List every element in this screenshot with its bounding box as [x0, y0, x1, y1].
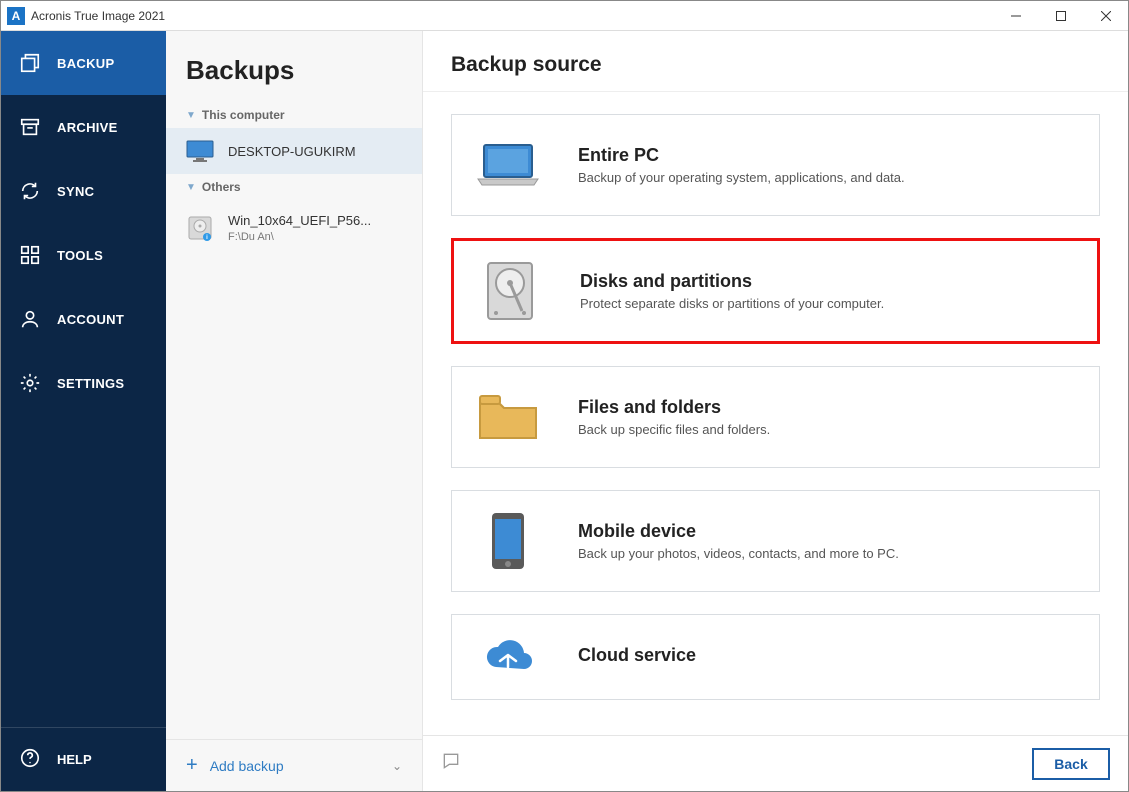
backups-panel: Backups ▼ This computer DESKTOP-UGUKIRM …: [166, 31, 423, 791]
nav-settings[interactable]: SETTINGS: [1, 351, 166, 415]
body: BACKUP ARCHIVE SYNC TOOLS ACCOUNT SETTIN…: [1, 31, 1128, 791]
backups-heading: Backups: [166, 31, 422, 102]
card-title: Mobile device: [578, 521, 899, 542]
nav-label: SETTINGS: [57, 376, 124, 391]
card-entire-pc[interactable]: Entire PC Backup of your operating syste…: [451, 114, 1100, 216]
main-content: Backup source Entire PC Backup of your o…: [423, 31, 1128, 791]
disk-icon: i: [186, 217, 214, 239]
backup-item-desktop[interactable]: DESKTOP-UGUKIRM: [166, 128, 422, 174]
nav-sync[interactable]: SYNC: [1, 159, 166, 223]
harddisk-icon: [478, 259, 542, 323]
card-desc: Backup of your operating system, applica…: [578, 170, 905, 185]
maximize-button[interactable]: [1038, 1, 1083, 31]
card-mobile-device[interactable]: Mobile device Back up your photos, video…: [451, 490, 1100, 592]
nav-backup[interactable]: BACKUP: [1, 31, 166, 95]
left-nav: BACKUP ARCHIVE SYNC TOOLS ACCOUNT SETTIN…: [1, 31, 166, 791]
nav-label: TOOLS: [57, 248, 103, 263]
help-icon: [19, 747, 41, 772]
mobile-icon: [476, 509, 540, 573]
card-title: Disks and partitions: [580, 271, 884, 292]
account-icon: [19, 308, 41, 330]
archive-icon: [19, 116, 41, 138]
app-icon: A: [7, 7, 25, 25]
backup-item-label: DESKTOP-UGUKIRM: [228, 144, 356, 159]
source-options: Entire PC Backup of your operating syste…: [423, 92, 1128, 735]
nav-archive[interactable]: ARCHIVE: [1, 95, 166, 159]
chevron-down-icon: ▼: [186, 182, 196, 193]
sync-icon: [19, 180, 41, 202]
nav-label: HELP: [57, 752, 92, 767]
monitor-icon: [186, 140, 214, 162]
group-this-computer[interactable]: ▼ This computer: [166, 102, 422, 128]
chevron-down-icon: ▼: [186, 110, 196, 121]
group-others[interactable]: ▼ Others: [166, 174, 422, 200]
backup-item-title: Win_10x64_UEFI_P56...: [228, 212, 371, 230]
nav-label: ARCHIVE: [57, 120, 118, 135]
nav-label: ACCOUNT: [57, 312, 124, 327]
minimize-button[interactable]: [993, 1, 1038, 31]
bottom-bar: Back: [423, 735, 1128, 791]
nav-account[interactable]: ACCOUNT: [1, 287, 166, 351]
settings-icon: [19, 372, 41, 394]
card-title: Cloud service: [578, 645, 696, 666]
main-header: Backup source: [423, 31, 1128, 92]
add-backup-dropdown[interactable]: ⌄: [392, 759, 402, 773]
card-files-folders[interactable]: Files and folders Back up specific files…: [451, 366, 1100, 468]
card-cloud-service[interactable]: Cloud service: [451, 614, 1100, 700]
list-footer: + Add backup ⌄: [166, 739, 422, 791]
backup-item-path: F:\Du An\: [228, 230, 371, 245]
tools-icon: [19, 244, 41, 266]
app-title: Acronis True Image 2021: [31, 9, 165, 23]
card-desc: Back up specific files and folders.: [578, 422, 770, 437]
cloud-icon: [476, 625, 540, 689]
page-title: Backup source: [451, 53, 1100, 77]
nav-label: SYNC: [57, 184, 94, 199]
titlebar: A Acronis True Image 2021: [1, 1, 1128, 31]
group-label: This computer: [202, 108, 285, 122]
card-desc: Protect separate disks or partitions of …: [580, 296, 884, 311]
chat-icon[interactable]: [441, 751, 461, 776]
nav-label: BACKUP: [57, 56, 114, 71]
backup-icon: [19, 52, 41, 74]
nav-help[interactable]: HELP: [1, 727, 166, 791]
laptop-icon: [476, 133, 540, 197]
backup-item-win10[interactable]: i Win_10x64_UEFI_P56... F:\Du An\: [166, 200, 422, 256]
card-disks-partitions[interactable]: Disks and partitions Protect separate di…: [451, 238, 1100, 344]
card-title: Files and folders: [578, 397, 770, 418]
close-button[interactable]: [1083, 1, 1128, 31]
nav-tools[interactable]: TOOLS: [1, 223, 166, 287]
card-title: Entire PC: [578, 145, 905, 166]
window-controls: [993, 1, 1128, 31]
group-label: Others: [202, 180, 241, 194]
card-desc: Back up your photos, videos, contacts, a…: [578, 546, 899, 561]
plus-icon[interactable]: +: [186, 754, 198, 777]
folder-icon: [476, 385, 540, 449]
back-button[interactable]: Back: [1032, 748, 1110, 780]
add-backup-button[interactable]: Add backup: [210, 758, 284, 774]
app-window: A Acronis True Image 2021 BACKUP ARCHIVE…: [0, 0, 1129, 792]
